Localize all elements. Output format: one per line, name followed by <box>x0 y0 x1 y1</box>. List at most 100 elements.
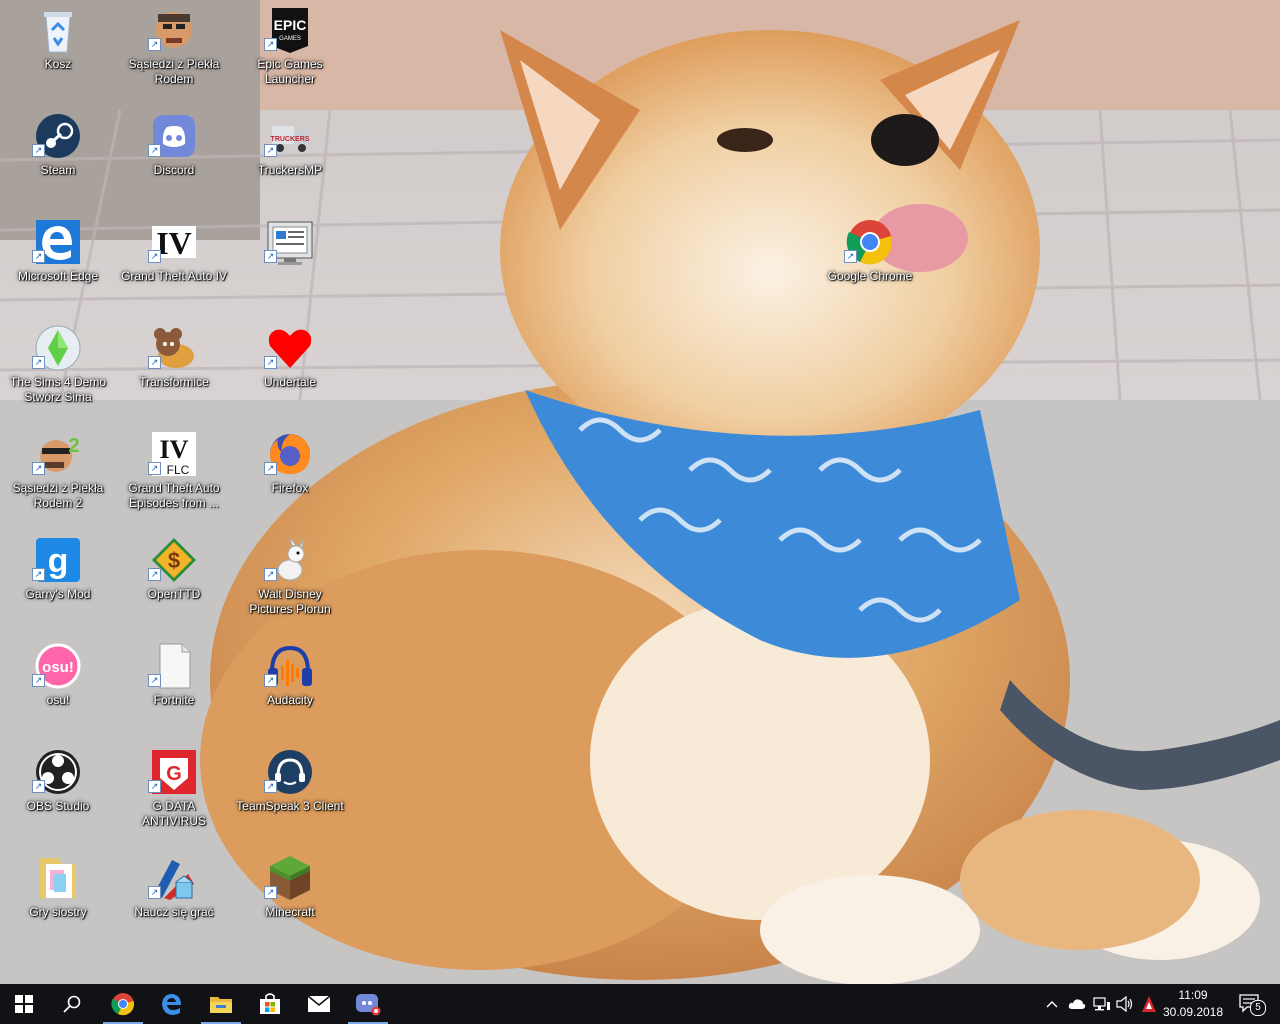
shortcut-arrow-icon: ↗ <box>148 250 161 263</box>
desktop-icon-label: Garry's Mod <box>25 587 91 601</box>
desktop-icon-discord[interactable]: ↗ Discord <box>118 106 230 210</box>
desktop-icon-sasiedzi1[interactable]: ↗ Sąsiedzi z Piekła Rodem <box>118 0 230 104</box>
desktop-icon-label: TruckersMP <box>257 163 323 177</box>
shortcut-arrow-icon: ↗ <box>264 886 277 899</box>
desktop-icon-fortnite[interactable]: ↗ Fortnite <box>118 636 230 740</box>
shortcut-arrow-icon: ↗ <box>32 250 45 263</box>
shortcut-arrow-icon: ↗ <box>148 38 161 51</box>
search-button[interactable] <box>48 984 96 1024</box>
taskbar-discord-button[interactable] <box>344 984 392 1024</box>
desktop-icon-label: Google Chrome <box>827 269 913 283</box>
onedrive-cloud-icon <box>1068 999 1086 1009</box>
chevron-up-icon <box>1046 1001 1058 1008</box>
system-clock[interactable]: 11:09 30.09.2018 <box>1158 987 1228 1021</box>
desktop-icon-label: Sąsiedzi z Piekła Rodem <box>128 57 220 86</box>
shortcut-arrow-icon: ↗ <box>32 462 45 475</box>
shortcut-arrow-icon: ↗ <box>148 356 161 369</box>
taskbar-edge-button[interactable] <box>148 984 196 1024</box>
desktop-icon-openttd[interactable]: $ ↗ OpenTTD <box>118 530 230 634</box>
shortcut-arrow-icon: ↗ <box>32 780 45 793</box>
svg-text:GAMES: GAMES <box>279 36 301 42</box>
desktop-icon-label: Grand Theft Auto IV <box>121 269 227 283</box>
clock-date: 30.09.2018 <box>1162 1005 1224 1019</box>
desktop-icon-gdata[interactable]: G ↗ G DATA ANTIVIRUS <box>118 742 230 846</box>
gdata-tray-button[interactable] <box>1138 984 1160 1024</box>
shortcut-arrow-icon: ↗ <box>32 674 45 687</box>
shortcut-arrow-icon: ↗ <box>264 780 277 793</box>
chrome-icon <box>111 993 134 1016</box>
svg-text:FLC: FLC <box>167 463 190 477</box>
search-icon <box>63 995 81 1013</box>
desktop-icon-label: Transformice <box>139 375 209 389</box>
desktop-icon-edge[interactable]: ↗ Microsoft Edge <box>2 212 114 316</box>
recycle-bin-icon <box>34 6 82 54</box>
desktop-icon-label: Microsoft Edge <box>17 269 99 283</box>
desktop-icon-gtaeflc[interactable]: IV FLC ↗ Grand Theft Auto Episodes from ... <box>118 424 230 528</box>
action-center-button[interactable]: 5 <box>1230 984 1270 1024</box>
desktop-icon-chrome[interactable]: ↗ Google Chrome <box>814 212 926 316</box>
desktop-icon-garrysmod[interactable]: g ↗ Garry's Mod <box>2 530 114 634</box>
svg-text:EPIC: EPIC <box>274 17 307 33</box>
taskbar-file-explorer-button[interactable] <box>197 984 245 1024</box>
svg-text:IV: IV <box>156 225 192 261</box>
taskbar-chrome-button[interactable] <box>99 984 147 1024</box>
desktop-icon-label: Sąsiedzi z Piekła Rodem 2 <box>12 481 104 510</box>
svg-text:IV: IV <box>160 435 189 464</box>
desktop-icon-audacity[interactable]: ↗ Audacity <box>234 636 346 740</box>
shortcut-arrow-icon: ↗ <box>148 886 161 899</box>
desktop-icon-steam[interactable]: ↗ Steam <box>2 106 114 210</box>
desktop-icon-label: Firefox <box>271 481 309 495</box>
desktop-icon-label: OBS Studio <box>26 799 90 813</box>
desktop-icon-sims4[interactable]: ↗ The Sims 4 Demo Stwórz Sima <box>2 318 114 422</box>
desktop-icon-label: G DATA ANTIVIRUS <box>141 799 206 828</box>
desktop-icon-naucz[interactable]: ↗ Naucz się grać <box>118 848 230 952</box>
shortcut-arrow-icon: ↗ <box>264 674 277 687</box>
network-icon <box>1093 997 1110 1011</box>
store-icon <box>260 993 280 1014</box>
desktop-icon-obs[interactable]: ↗ OBS Studio <box>2 742 114 846</box>
desktop-icon-epic[interactable]: EPIC GAMES ↗ Epic Games Launcher <box>234 0 346 104</box>
shortcut-arrow-icon: ↗ <box>32 356 45 369</box>
volume-tray-button[interactable] <box>1114 984 1136 1024</box>
shortcut-arrow-icon: ↗ <box>148 144 161 157</box>
desktop-icon-grysiostry[interactable]: Gry siostry <box>2 848 114 952</box>
shortcut-arrow-icon: ↗ <box>148 568 161 581</box>
desktop-icon-teamspeak[interactable]: ↗ TeamSpeak 3 Client <box>234 742 346 846</box>
desktop-icon-label: The Sims 4 Demo Stwórz Sima <box>9 375 107 404</box>
desktop-icon-label: TeamSpeak 3 Client <box>236 799 344 813</box>
desktop-icon-truckersmp[interactable]: TRUCKERS ↗ TruckersMP <box>234 106 346 210</box>
network-tray-button[interactable] <box>1090 984 1114 1024</box>
show-hidden-icons-button[interactable] <box>1042 984 1062 1024</box>
onedrive-tray-button[interactable] <box>1065 984 1089 1024</box>
taskbar-store-button[interactable] <box>246 984 294 1024</box>
shortcut-arrow-icon: ↗ <box>264 250 277 263</box>
svg-text:g: g <box>48 542 69 580</box>
taskbar-mail-button[interactable] <box>295 984 343 1024</box>
file-explorer-icon <box>210 997 232 1013</box>
shortcut-arrow-icon: ↗ <box>32 144 45 157</box>
desktop-icon-transformice[interactable]: ↗ Transformice <box>118 318 230 422</box>
desktop-icon-sasiedzi2[interactable]: 2 ↗ Sąsiedzi z Piekła Rodem 2 <box>2 424 114 528</box>
shortcut-arrow-icon: ↗ <box>844 250 857 263</box>
discord-icon <box>356 994 381 1016</box>
desktop-icon-label: Kosz <box>44 57 72 71</box>
desktop-icon-label: Fortnite <box>153 693 195 707</box>
shortcut-arrow-icon: ↗ <box>264 462 277 475</box>
start-button[interactable] <box>0 984 48 1024</box>
desktop-icon-minecraft[interactable]: ↗ Minecraft <box>234 848 346 952</box>
desktop-icon-undertale[interactable]: ↗ Undertale <box>234 318 346 422</box>
desktop-icon-label: Naucz się grać <box>134 905 214 919</box>
desktop-icon-gta4[interactable]: IV ↗ Grand Theft Auto IV <box>118 212 230 316</box>
desktop-icon-label: osu! <box>46 693 70 707</box>
desktop-icon-kosz[interactable]: Kosz <box>2 0 114 104</box>
desktop-icon-firefox[interactable]: ↗ Firefox <box>234 424 346 528</box>
desktop-icon-piorun[interactable]: ↗ Walt Disney Pictures Piorun <box>234 530 346 634</box>
shortcut-arrow-icon: ↗ <box>264 356 277 369</box>
desktop-icon-osu[interactable]: osu! ↗ osu! <box>2 636 114 740</box>
desktop-icon-monitor[interactable]: ↗ <box>234 212 346 316</box>
svg-text:2: 2 <box>68 435 79 457</box>
folder-icon <box>34 854 82 902</box>
taskbar: 11:09 30.09.2018 5 <box>0 984 1280 1024</box>
shortcut-arrow-icon: ↗ <box>264 144 277 157</box>
gdata-tray-icon <box>1142 996 1156 1012</box>
